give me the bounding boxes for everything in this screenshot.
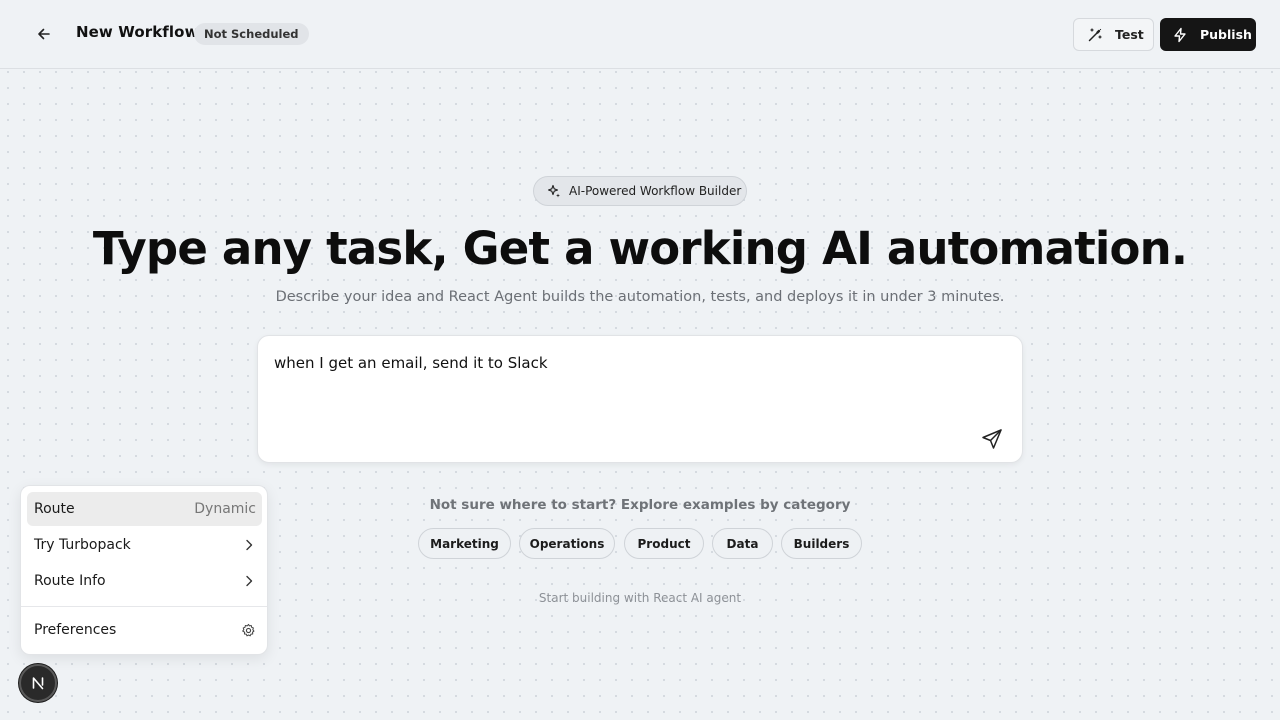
chip-marketing[interactable]: Marketing <box>418 528 511 559</box>
schedule-status-badge: Not Scheduled <box>194 23 309 45</box>
menu-item-try-turbopack[interactable]: Try Turbopack <box>27 528 262 562</box>
chevron-right-icon <box>246 539 253 551</box>
ai-builder-badge-label: AI-Powered Workflow Builder <box>569 184 742 198</box>
chip-builders[interactable]: Builders <box>781 528 862 559</box>
workflow-title[interactable]: New Workflow <box>76 23 199 41</box>
menu-item-route-info-label: Route Info <box>34 573 106 589</box>
menu-item-route[interactable]: Route Dynamic <box>27 492 262 526</box>
publish-button-label: Publish <box>1200 27 1252 42</box>
publish-button[interactable]: Publish <box>1160 18 1256 51</box>
nextjs-dev-badge[interactable] <box>19 664 57 702</box>
lightning-icon <box>1174 27 1186 42</box>
menu-item-preferences-label: Preferences <box>34 622 117 638</box>
top-bar: New Workflow Not Scheduled Test Publish <box>0 0 1280 69</box>
dev-tools-menu: Route Dynamic Try Turbopack Route Info P… <box>20 485 268 655</box>
prompt-input[interactable]: when I get an email, send it to Slack <box>274 354 548 372</box>
arrow-left-icon <box>38 28 50 40</box>
prompt-input-box[interactable]: when I get an email, send it to Slack <box>257 335 1023 463</box>
test-button-label: Test <box>1115 27 1144 42</box>
gear-icon <box>242 623 255 636</box>
send-icon <box>982 429 1002 449</box>
send-button[interactable] <box>980 427 1004 451</box>
menu-item-try-turbopack-label: Try Turbopack <box>34 537 131 553</box>
nextjs-logo-icon <box>32 677 44 690</box>
hero-headline: Type any task, Get a working AI automati… <box>92 222 1188 275</box>
menu-item-route-value: Dynamic <box>194 501 256 517</box>
chip-product[interactable]: Product <box>624 528 704 559</box>
menu-divider <box>21 606 267 607</box>
chip-operations[interactable]: Operations <box>519 528 615 559</box>
magic-wand-icon <box>1088 27 1102 41</box>
chevron-right-icon <box>246 575 253 587</box>
menu-item-preferences[interactable]: Preferences <box>27 613 262 647</box>
chip-data[interactable]: Data <box>712 528 773 559</box>
menu-item-route-info[interactable]: Route Info <box>27 564 262 598</box>
sparkles-icon <box>547 184 560 198</box>
menu-item-route-label: Route <box>34 501 75 517</box>
hero-subline: Describe your idea and React Agent build… <box>275 289 1005 305</box>
ai-builder-badge: AI-Powered Workflow Builder <box>533 176 747 206</box>
test-button[interactable]: Test <box>1073 18 1154 51</box>
back-button[interactable] <box>30 20 58 48</box>
